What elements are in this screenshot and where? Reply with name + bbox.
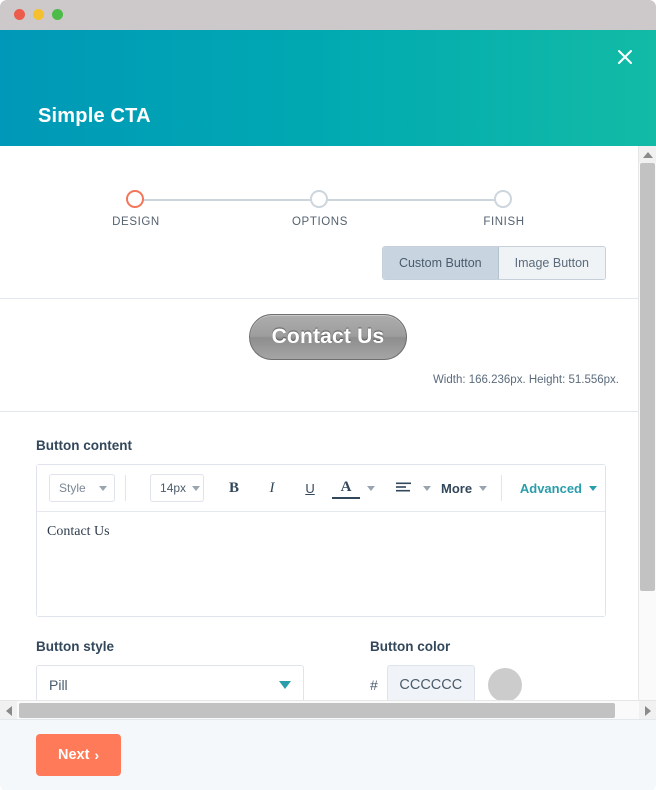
style-select-value: Style (59, 481, 86, 495)
button-type-toggle: Custom Button Image Button (381, 246, 606, 280)
toolbar-divider (501, 475, 502, 501)
button-style-label: Button style (36, 639, 115, 654)
window-zoom-light[interactable] (52, 9, 63, 20)
advanced-menu[interactable]: Advanced (520, 481, 582, 496)
font-size-select[interactable]: 14px (150, 474, 205, 502)
style-select[interactable]: Style (49, 474, 116, 502)
button-content-textarea[interactable]: Contact Us (37, 512, 605, 616)
horizontal-scroll-thumb[interactable] (19, 703, 615, 718)
step-label-design: DESIGN (112, 216, 160, 228)
window-minimize-light[interactable] (33, 9, 44, 20)
form-section: Button content Style 14px B I U A More A… (0, 412, 639, 719)
scroll-up-arrow[interactable] (639, 146, 656, 163)
font-color-icon[interactable]: A (332, 477, 361, 499)
button-color-label: Button color (370, 639, 451, 654)
chevron-up-icon (642, 151, 653, 158)
step-finish[interactable]: FINISH (483, 190, 524, 228)
preview-cta-label: Contact Us (271, 325, 385, 348)
modal-header: Simple CTA (0, 30, 656, 146)
font-size-select-value: 14px (160, 481, 187, 495)
modal-body: DESIGN OPTIONS FINISH Custom Button Imag… (0, 146, 656, 719)
color-swatch[interactable] (487, 668, 522, 702)
align-left-icon[interactable] (389, 474, 417, 502)
button-style-select[interactable]: Pill (36, 665, 304, 705)
button-color-row: # CCCCCC (370, 665, 522, 705)
page-title: Simple CTA (38, 105, 151, 127)
editor-toolbar: Style 14px B I U A More Advanced (37, 465, 605, 512)
button-style-field: Button style Pill (36, 639, 334, 705)
step-label-finish: FINISH (483, 216, 525, 228)
step-options[interactable]: OPTIONS (292, 190, 347, 228)
rich-text-editor: Style 14px B I U A More Advanced Contact… (36, 464, 606, 617)
step-dot-design (126, 190, 144, 208)
vertical-scrollbar[interactable] (638, 146, 656, 719)
app-window: Simple CTA DESIGN OPTIONS FINISH Custom … (0, 0, 656, 790)
next-button[interactable]: Next › (36, 734, 122, 776)
preview-dimensions: Width: 166.236px. Height: 51.556px. (432, 374, 619, 386)
step-design[interactable]: DESIGN (112, 190, 159, 228)
button-content-label: Button content (36, 438, 132, 453)
button-style-value: Pill (49, 677, 68, 693)
preview-section: Contact Us Width: 166.236px. Height: 51.… (0, 299, 639, 412)
more-menu[interactable]: More (441, 481, 472, 496)
horizontal-scrollbar[interactable] (0, 700, 656, 720)
chevron-down-icon[interactable] (367, 485, 376, 491)
next-button-label: Next (58, 747, 90, 763)
button-color-input[interactable]: CCCCCC (386, 665, 475, 705)
underline-button[interactable]: U (296, 474, 324, 502)
modal-content: DESIGN OPTIONS FINISH Custom Button Imag… (0, 146, 639, 719)
step-dot-options (310, 190, 328, 208)
tab-custom-button[interactable]: Custom Button (382, 247, 499, 279)
modal-footer: Next › (0, 719, 656, 790)
preview-cta-button[interactable]: Contact Us (249, 314, 407, 360)
hash-symbol: # (370, 677, 378, 693)
chevron-down-icon (192, 485, 201, 491)
step-dot-finish (494, 190, 512, 208)
italic-button[interactable]: I (258, 474, 286, 502)
chevron-down-icon[interactable] (589, 485, 597, 491)
chevron-down-icon[interactable] (423, 485, 432, 491)
toolbar-divider (125, 475, 127, 501)
tab-image-button[interactable]: Image Button (498, 247, 605, 279)
bold-button[interactable]: B (220, 474, 248, 502)
chevron-down-icon[interactable] (479, 485, 488, 491)
chevron-left-icon (5, 705, 12, 716)
window-titlebar (0, 0, 656, 30)
chevron-down-icon (279, 681, 291, 689)
window-close-light[interactable] (14, 9, 25, 20)
stepper: DESIGN OPTIONS FINISH (112, 190, 524, 228)
step-section: DESIGN OPTIONS FINISH Custom Button Imag… (0, 146, 639, 299)
chevron-right-icon: › (94, 747, 100, 763)
scroll-right-arrow[interactable] (639, 701, 656, 720)
chevron-right-icon (644, 705, 651, 716)
scroll-left-arrow[interactable] (0, 701, 17, 720)
close-icon[interactable] (610, 42, 640, 72)
window-traffic-lights (14, 9, 63, 20)
chevron-down-icon (99, 485, 108, 491)
step-label-options: OPTIONS (292, 216, 348, 228)
button-color-field: Button color # CCCCCC (370, 639, 522, 705)
vertical-scroll-thumb[interactable] (640, 163, 655, 591)
